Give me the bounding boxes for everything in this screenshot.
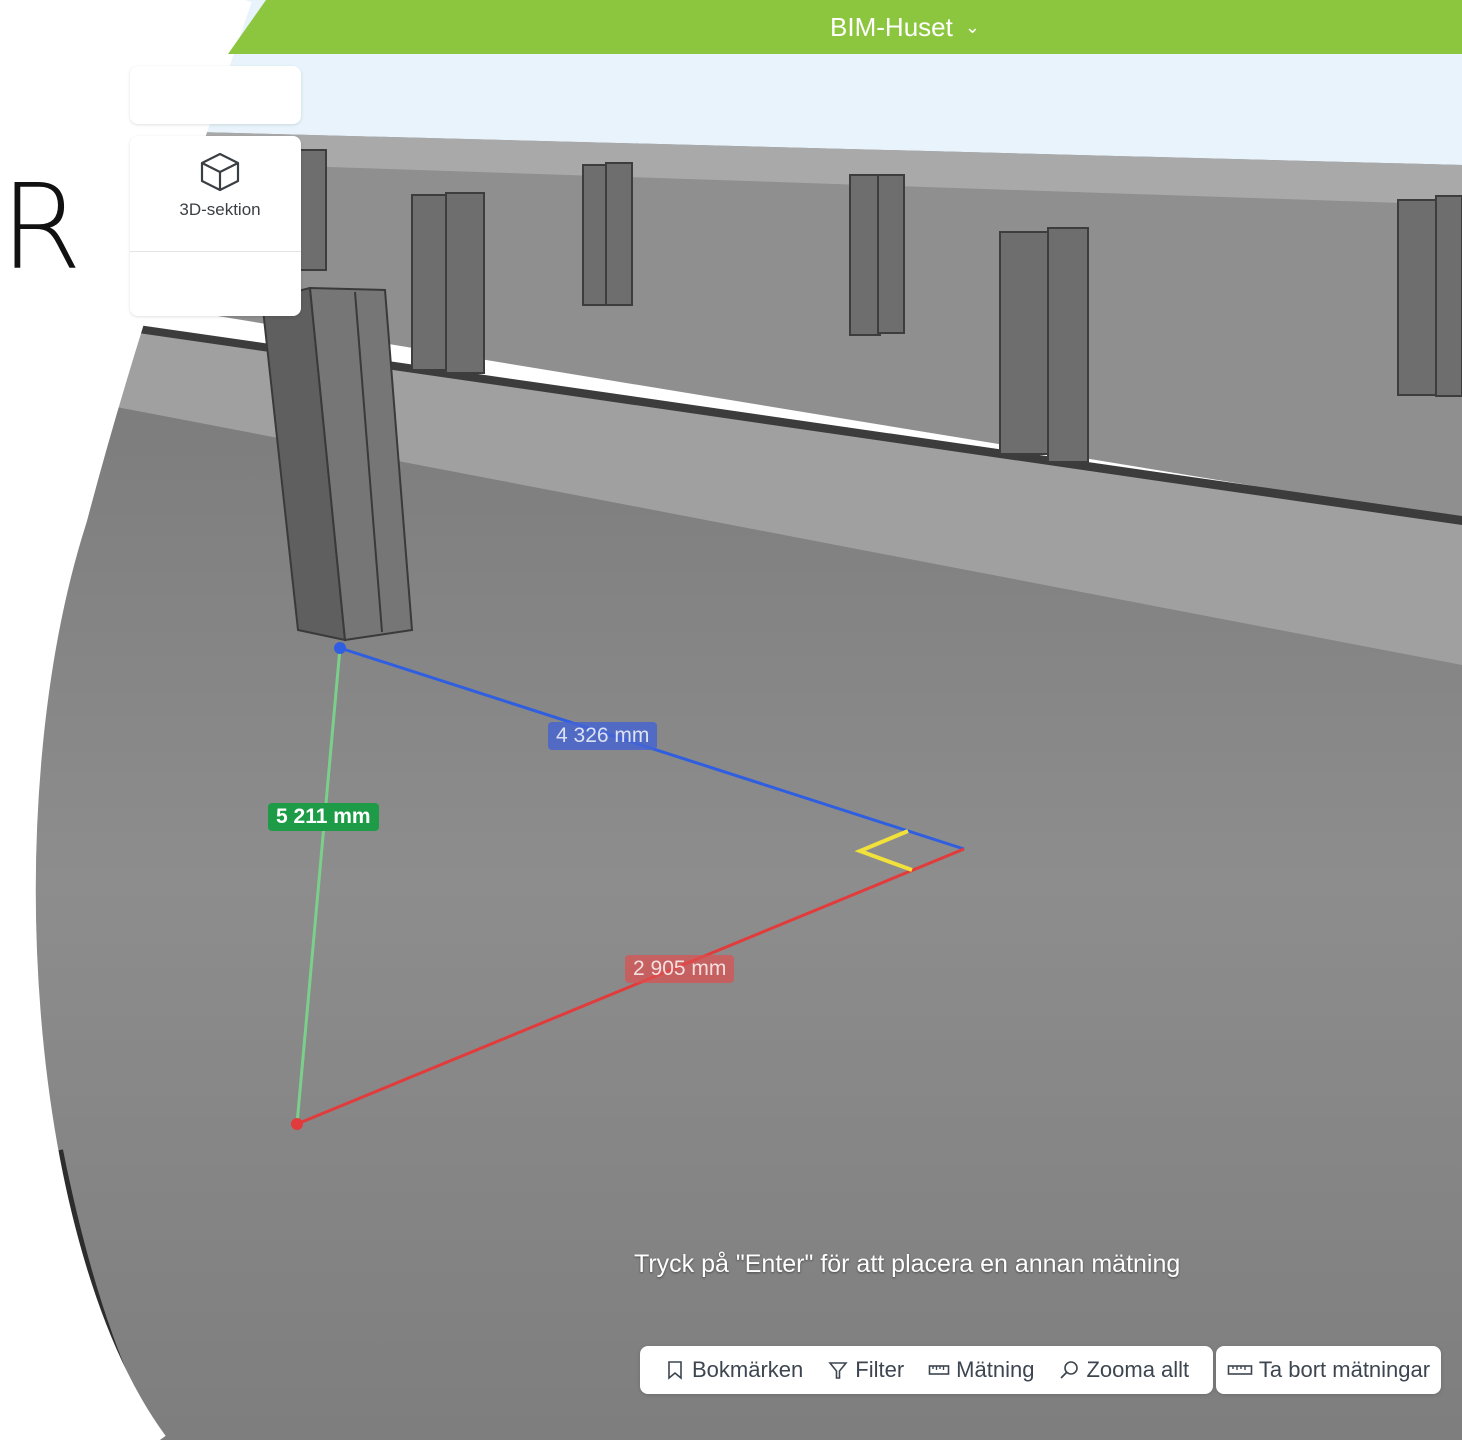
measure-label: Mätning — [956, 1357, 1035, 1382]
bottom-toolbar: Bokmärken Filter Mätning Zooma allt — [640, 1346, 1214, 1394]
filter-label: Filter — [855, 1357, 905, 1382]
slide-letter: R — [0, 158, 82, 296]
zoom-all-button[interactable]: Zooma allt — [1046, 1357, 1201, 1383]
side-panel: 3D-sektion — [130, 136, 301, 316]
chevron-down-icon: ⌄ — [964, 16, 980, 37]
measurement-label-red[interactable]: 2 905 mm — [625, 955, 735, 983]
panel-divider — [130, 251, 301, 252]
side-panel-header — [130, 66, 301, 124]
bookmarks-label: Bokmärken — [692, 1357, 804, 1382]
project-selector[interactable]: BIM-Huset ⌄ — [830, 12, 980, 43]
project-name: BIM-Huset — [830, 11, 953, 42]
cube-icon — [200, 152, 240, 192]
bookmark-icon — [668, 1361, 682, 1380]
measurement-label-blue[interactable]: 4 326 mm — [548, 722, 658, 750]
measure-button[interactable]: Mätning — [916, 1357, 1046, 1383]
section-3d-button[interactable]: 3D-sektion — [156, 148, 284, 240]
measurement-label-green[interactable]: 5 211 mm — [268, 803, 379, 831]
ruler-icon — [1227, 1365, 1253, 1375]
ruler-icon — [928, 1365, 950, 1375]
section-3d-label: 3D-sektion — [179, 200, 261, 219]
top-bar: BIM-Huset ⌄ — [228, 0, 1462, 54]
filter-icon — [828, 1362, 848, 1379]
remove-measurements-button[interactable]: Ta bort mätningar — [1216, 1346, 1441, 1394]
zoom-all-label: Zooma allt — [1086, 1357, 1190, 1382]
zoom-icon — [1060, 1361, 1079, 1379]
filter-button[interactable]: Filter — [815, 1357, 916, 1383]
remove-measurements-label: Ta bort mätningar — [1258, 1357, 1431, 1382]
hint-text: Tryck på "Enter" för att placera en anna… — [634, 1250, 1181, 1278]
bookmarks-button[interactable]: Bokmärken — [652, 1357, 815, 1383]
